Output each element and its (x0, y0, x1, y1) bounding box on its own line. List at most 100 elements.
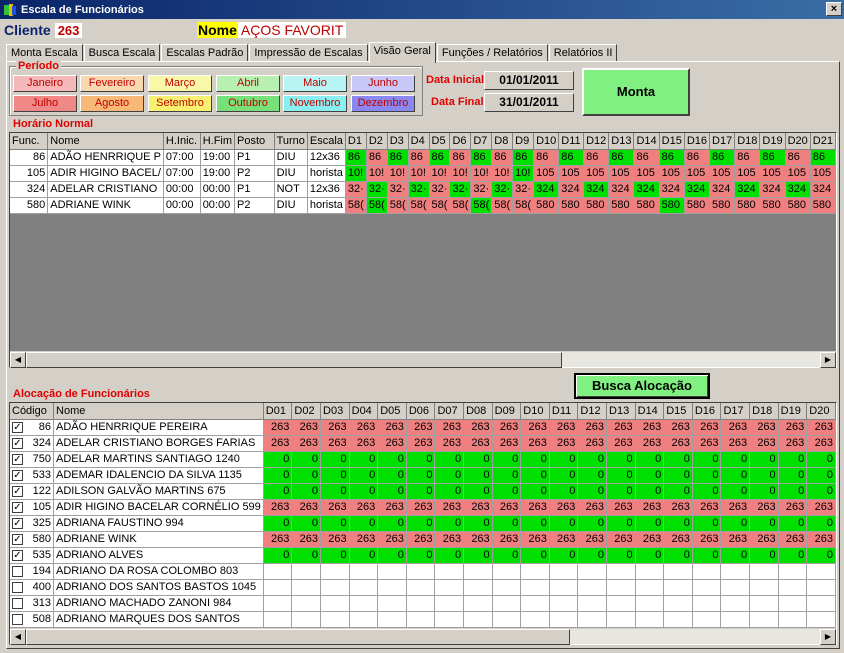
tab-7[interactable]: Relatórios II (548, 44, 618, 62)
checkbox-checked-icon[interactable]: ✓ (12, 485, 23, 497)
month-button[interactable]: Março (148, 75, 212, 92)
table-row[interactable]: ✓ 533 ADEMAR IDALENCIO DA SILVA 1135 0 0 0 0 0 0… (10, 467, 836, 484)
horario-hscroll[interactable]: ◀ ▶ (10, 351, 836, 368)
alocacao-hscroll[interactable]: ◀ ▶ (10, 628, 836, 645)
month-button[interactable]: Julho (13, 95, 77, 112)
cell-nome: ADRIANO DA ROSA COLOMBO 803 (53, 563, 264, 580)
month-button[interactable]: Outubro (216, 95, 280, 112)
cell-codigo[interactable]: ✓ 86 (10, 419, 55, 436)
month-button[interactable]: Abril (216, 75, 280, 92)
cell-codigo[interactable]: ✓ 750 (10, 451, 55, 468)
checkbox-unchecked-icon[interactable] (12, 581, 23, 593)
cell-codigo[interactable]: ✓ 533 (10, 467, 55, 484)
checkbox-checked-icon[interactable]: ✓ (12, 549, 23, 561)
table-row[interactable]: 324 ADELAR CRISTIANO 00:00 00:00 P1 NOT 12x36 3… (10, 181, 836, 198)
checkbox-checked-icon[interactable]: ✓ (12, 453, 23, 465)
month-button[interactable]: Dezembro (351, 95, 415, 112)
cell-codigo[interactable]: 313 (10, 595, 55, 612)
day-cell (263, 563, 293, 580)
table-row[interactable]: 400 ADRIANO DOS SANTOS BASTOS 1045 (10, 579, 836, 596)
month-button[interactable]: Fevereiro (80, 75, 144, 92)
day-cell: 263 (349, 499, 379, 516)
column-header: D07 (434, 403, 465, 420)
scroll-thumb[interactable] (26, 629, 570, 645)
checkbox-checked-icon[interactable]: ✓ (12, 517, 23, 529)
checkbox-checked-icon[interactable]: ✓ (12, 469, 23, 481)
cell-nome: ADILSON GALVÃO MARTINS 675 (53, 483, 264, 500)
column-header: D20 (785, 133, 811, 150)
checkbox-checked-icon[interactable]: ✓ (12, 421, 23, 433)
table-row[interactable]: 313 ADRIANO MACHADO ZANONI 984 (10, 595, 836, 612)
month-button[interactable]: Setembro (148, 95, 212, 112)
cell-codigo[interactable]: 400 (10, 579, 55, 596)
day-cell: 263 (291, 435, 322, 452)
table-row[interactable]: 86 ADÃO HENRRIQUE P 07:00 19:00 P1 DIU 12x36 86… (10, 149, 836, 166)
cell-codigo[interactable]: ✓ 535 (10, 547, 55, 564)
tab-4[interactable]: Impressão de Escalas (249, 44, 368, 62)
tab-3[interactable]: Escalas Padrão (161, 44, 249, 62)
nome-value[interactable]: AÇOS FAVORIT (237, 22, 347, 38)
month-button[interactable]: Agosto (80, 95, 144, 112)
data-inicial-input[interactable]: 01/01/2011 (484, 71, 574, 90)
checkbox-checked-icon[interactable]: ✓ (12, 501, 23, 513)
scroll-right-icon[interactable]: ▶ (820, 352, 836, 368)
table-row[interactable]: ✓ 324 ADELAR CRISTIANO BORGES FARIAS 263 263… (10, 435, 836, 452)
day-cell (549, 563, 579, 580)
day-cell (377, 563, 407, 580)
table-row[interactable]: 105 ADIR HIGINO BACEL/07:00 19:00 P2 DIU hori… (10, 165, 836, 182)
horario-grid[interactable]: Func. Nome H.Inic. H.Fim Posto Turno Escala D1 D… (9, 132, 837, 368)
day-cell: 0 (349, 547, 379, 564)
table-row[interactable]: ✓ 105 ADIR HIGINO BACELAR CORNÉLIO 599 263 2… (10, 499, 836, 516)
day-cell: 0 (463, 467, 493, 484)
day-cell: 86 (491, 149, 514, 166)
day-cell: 86 (345, 149, 367, 166)
cliente-value[interactable]: 263 (54, 22, 83, 38)
alocacao-grid[interactable]: Código Nome D01 D02 D03 D04 D05 D06 D07 D08 D09 D10… (9, 402, 837, 645)
cell-codigo[interactable]: ✓ 325 (10, 515, 55, 532)
cell-codigo[interactable]: ✓ 105 (10, 499, 55, 516)
checkbox-unchecked-icon[interactable] (12, 565, 23, 577)
scroll-left-icon[interactable]: ◀ (10, 352, 26, 368)
monta-button[interactable]: Monta (582, 68, 690, 116)
table-row[interactable]: 508 ADRIANO MARQUES DOS SANTOS (10, 611, 836, 628)
scroll-right-icon[interactable]: ▶ (820, 629, 836, 645)
month-button[interactable]: Junho (351, 75, 415, 92)
checkbox-checked-icon[interactable]: ✓ (12, 437, 23, 449)
close-button[interactable]: × (826, 2, 842, 16)
table-row[interactable]: ✓ 580 ADRIANE WINK 263 263 263 263 263 263 263 263… (10, 531, 836, 548)
table-row[interactable]: ✓ 325 ADRIANA FAUSTINO 994 0 0 0 0 0 0 0 0 0 0 0 0 0 0 0 0… (10, 515, 836, 532)
scroll-thumb[interactable] (26, 352, 562, 368)
cell-codigo[interactable]: 508 (10, 611, 55, 628)
table-row[interactable]: 580 ADRIANE WINK 00:00 00:00 P2 DIU horista 58(… (10, 197, 836, 214)
month-button[interactable]: Novembro (283, 95, 347, 112)
busca-alocacao-button[interactable]: Busca Alocação (574, 373, 710, 399)
cell-codigo[interactable]: ✓ 324 (10, 435, 55, 452)
cell-hfim: 19:00 (200, 165, 236, 182)
cell-codigo[interactable]: ✓ 122 (10, 483, 55, 500)
month-button[interactable]: Maio (283, 75, 347, 92)
day-cell: 86 (558, 149, 585, 166)
cell-codigo[interactable]: 194 (10, 563, 55, 580)
tab-5[interactable]: Visão Geral (368, 42, 436, 63)
table-row[interactable]: 194 ADRIANO DA ROSA COLOMBO 803 (10, 563, 836, 580)
checkbox-unchecked-icon[interactable] (12, 613, 23, 625)
scroll-left-icon[interactable]: ◀ (10, 629, 26, 645)
day-cell (263, 595, 293, 612)
table-row[interactable]: ✓ 535 ADRIANO ALVES 0 0 0 0 0 0 0 0 0 0 0 0 0 0 0 0 0 0 0 0 (10, 547, 836, 564)
cell-posto: P1 (234, 181, 275, 198)
checkbox-checked-icon[interactable]: ✓ (12, 533, 23, 545)
checkbox-unchecked-icon[interactable] (12, 597, 23, 609)
table-row[interactable]: ✓ 86 ADÃO HENRRIQUE PEREIRA 263 263 263 263 263… (10, 419, 836, 436)
day-cell: 263 (692, 419, 722, 436)
tab-2[interactable]: Busca Escala (83, 44, 161, 62)
tab-strip: Monta Escala Busca Escala Escalas Padrão Im… (6, 42, 618, 63)
month-button[interactable]: Janeiro (13, 75, 77, 92)
cell-hfim: 19:00 (200, 149, 236, 166)
day-cell (577, 611, 608, 628)
tab-6[interactable]: Funções / Relatórios (436, 44, 548, 62)
cell-codigo[interactable]: ✓ 580 (10, 531, 55, 548)
table-row[interactable]: ✓ 122 ADILSON GALVÃO MARTINS 675 0 0 0 0 0 0 0 0 0 0… (10, 483, 836, 500)
table-row[interactable]: ✓ 750 ADELAR MARTINS SANTIAGO 1240 0 0 0 0 0 0 0 0… (10, 451, 836, 468)
data-final-input[interactable]: 31/01/2011 (484, 93, 574, 112)
day-cell: 0 (463, 547, 493, 564)
